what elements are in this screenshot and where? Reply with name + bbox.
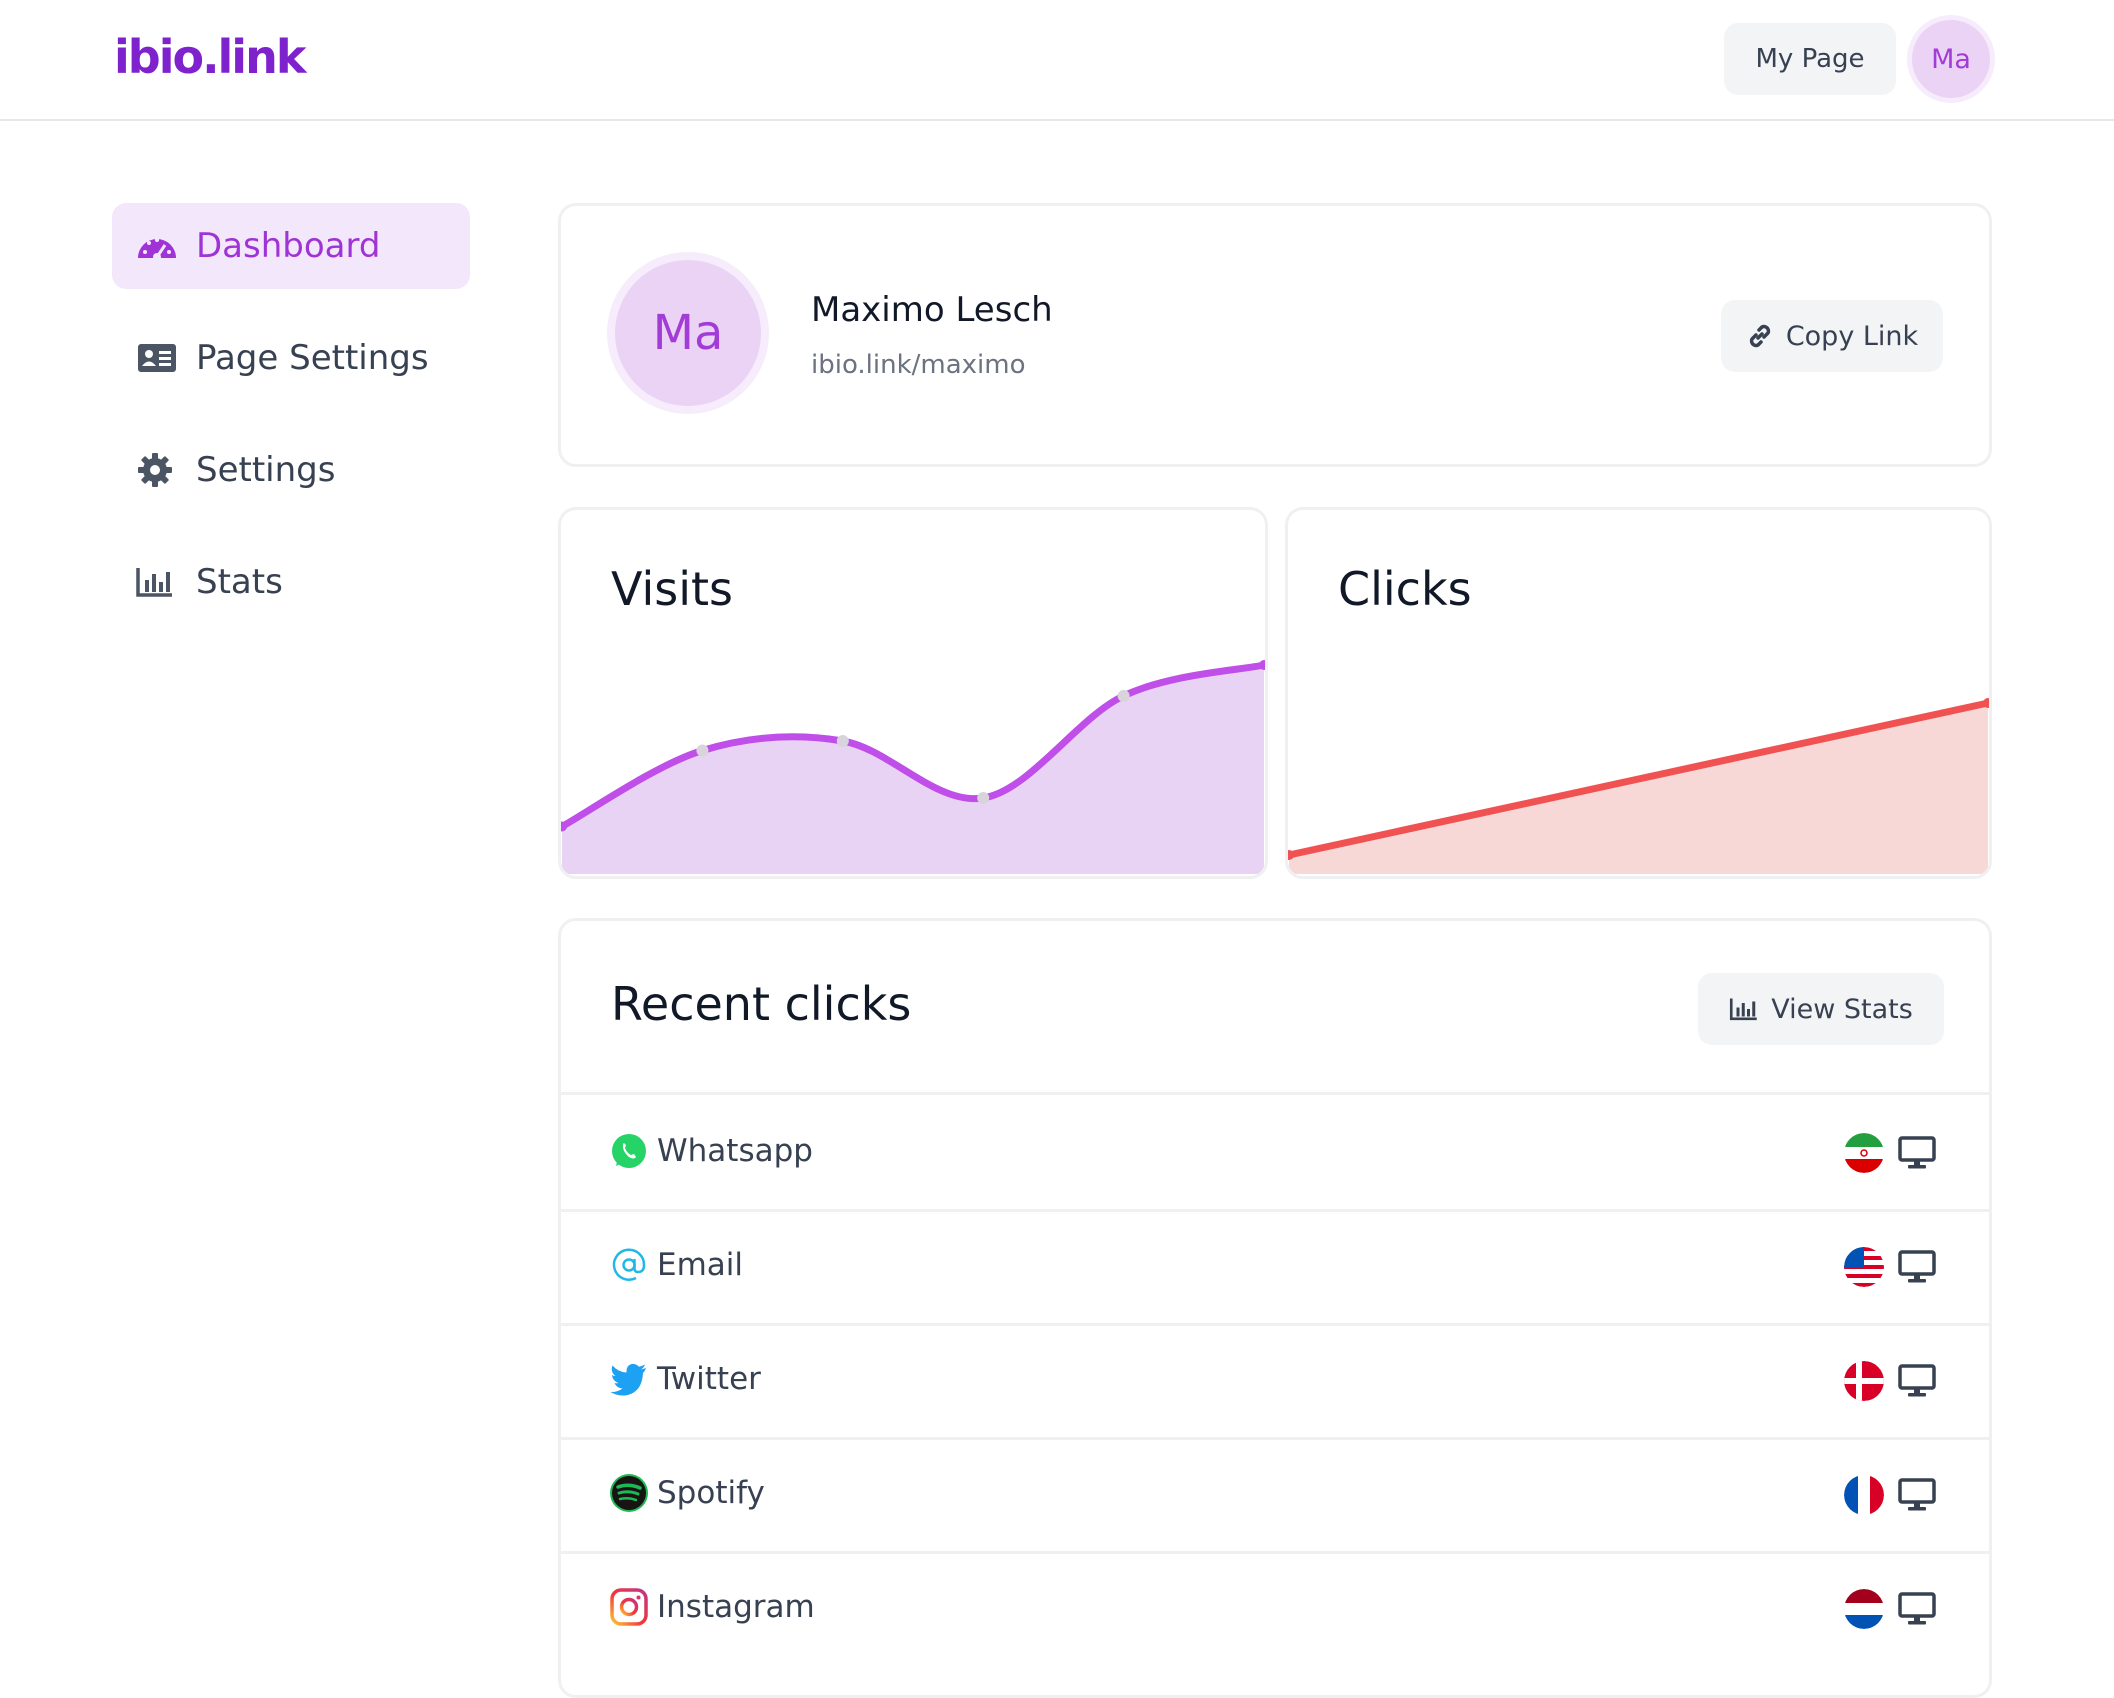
sidebar-item-page-settings[interactable]: Page Settings [112,315,470,401]
desktop-icon [1898,1364,1936,1397]
sidebar-item-settings[interactable]: Settings [112,427,470,513]
copy-link-button[interactable]: Copy Link [1721,300,1943,372]
sidebar-item-label: Stats [196,562,283,602]
list-item-label: Spotify [657,1475,765,1511]
bar-chart-icon [1729,997,1759,1021]
id-card-icon [136,340,178,376]
list-item-label: Whatsapp [657,1133,813,1169]
list-item[interactable]: Whatsapp [561,1095,1989,1209]
list-item[interactable]: Email [561,1209,1989,1323]
chart-point[interactable] [696,744,709,757]
denmark-flag-icon [1844,1361,1884,1401]
link-icon [1746,322,1774,350]
sidebar-item-stats[interactable]: Stats [112,539,470,625]
sidebar-item-dashboard[interactable]: Dashboard [112,203,470,289]
desktop-icon [1898,1250,1936,1283]
usa-flag-icon [1844,1247,1884,1287]
list-item[interactable]: Instagram [561,1551,1989,1665]
france-flag-icon [1844,1475,1884,1515]
clicks-chart [1288,698,1989,874]
view-stats-label: View Stats [1771,993,1913,1025]
clicks-chart-card: Clicks [1285,507,1992,879]
profile-name: Maximo Lesch [811,290,1053,330]
recent-clicks-title: Recent clicks [611,977,912,1031]
profile-card: Ma Maximo Lesch ibio.link/maximo Copy Li… [558,203,1992,467]
list-item-label: Instagram [657,1589,815,1625]
at-sign-icon [612,1248,646,1281]
visits-chart-card: Visits [558,507,1268,879]
chart-point[interactable] [836,735,849,747]
list-item[interactable]: Spotify [561,1437,1989,1551]
desktop-icon [1898,1136,1936,1169]
user-avatar[interactable]: Ma [1912,20,1990,98]
list-item-label: Email [657,1247,744,1283]
bar-chart-icon [136,564,178,600]
twitter-icon [610,1363,646,1396]
gauge-icon [136,228,178,264]
logo[interactable]: ibio.link [114,30,306,84]
profile-url[interactable]: ibio.link/maximo [811,350,1026,380]
sidebar-item-label: Page Settings [196,338,429,378]
sidebar-item-label: Settings [196,450,336,490]
whatsapp-icon [612,1134,646,1168]
sidebar-item-label: Dashboard [196,226,381,266]
my-page-button[interactable]: My Page [1724,23,1896,95]
gear-icon [136,452,178,488]
instagram-icon [610,1588,648,1626]
iran-flag-icon [1844,1133,1884,1173]
list-item-label: Twitter [657,1361,761,1397]
netherlands-flag-icon [1844,1589,1884,1629]
desktop-icon [1898,1592,1936,1625]
top-navbar: ibio.link My Page Ma [0,0,2114,121]
copy-link-label: Copy Link [1785,320,1919,352]
visits-chart [561,660,1265,874]
list-item[interactable]: Twitter [561,1323,1989,1437]
recent-clicks-card: Recent clicks View Stats Whatsapp Email … [558,918,1992,1698]
chart-point[interactable] [977,792,990,804]
desktop-icon [1898,1478,1936,1511]
chart-area [562,665,1264,874]
view-stats-button[interactable]: View Stats [1698,973,1944,1045]
spotify-icon [610,1474,648,1512]
profile-avatar: Ma [615,260,761,406]
chart-point[interactable] [1117,689,1130,702]
